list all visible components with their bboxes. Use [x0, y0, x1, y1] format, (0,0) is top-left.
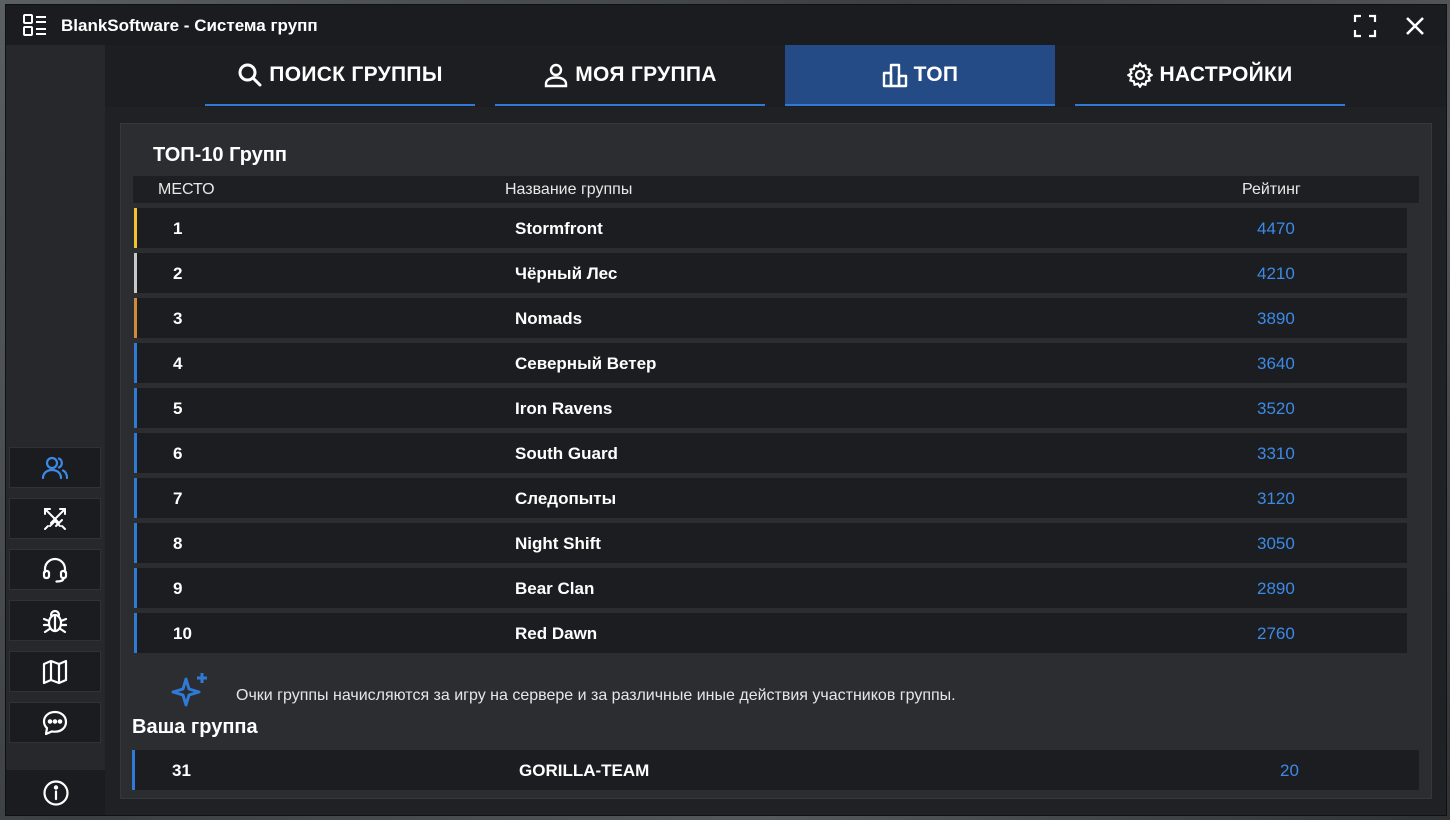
table-row[interactable]: 2 Чёрный Лес 4210 [134, 253, 1407, 293]
row-name: Северный Ветер [515, 354, 657, 373]
row-place: 2 [173, 264, 183, 283]
row-rating: 4210 [1257, 264, 1295, 283]
map-icon [42, 659, 68, 684]
my-group-name: GORILLA-TEAM [519, 761, 650, 780]
tab-settings[interactable]: НАСТРОЙКИ [1075, 45, 1345, 106]
tab-my-group[interactable]: МОЯ ГРУППА [495, 45, 765, 106]
table-row[interactable]: 5 Iron Ravens 3520 [134, 388, 1407, 428]
table-row[interactable]: 1 Stormfront 4470 [134, 208, 1407, 248]
table-row[interactable]: 10 Red Dawn 2760 [134, 613, 1407, 653]
my-group-title: Ваша группа [132, 716, 258, 738]
window-title: BlankSoftware - Система групп [61, 16, 318, 35]
row-rating: 3520 [1257, 399, 1295, 418]
app-window: BlankSoftware - Система групп ПОИСК ГРУП… [6, 5, 1446, 815]
column-name: Название группы [505, 181, 633, 198]
tab-label: ТОП [913, 62, 959, 86]
row-rating: 2760 [1257, 624, 1295, 643]
tab-bar: ПОИСК ГРУППЫ МОЯ ГРУППА ТОП НАСТРОЙКИ [105, 45, 1446, 107]
row-name: South Guard [515, 444, 618, 463]
row-place: 1 [173, 219, 183, 238]
bug-icon [42, 609, 68, 633]
table-row[interactable]: 8 Night Shift 3050 [134, 523, 1407, 563]
row-name: Nomads [515, 309, 583, 328]
user-icon [545, 63, 568, 87]
bar-chart-icon [882, 63, 907, 87]
row-rating: 3890 [1257, 309, 1295, 328]
row-name: Stormfront [515, 219, 603, 238]
row-place: 7 [173, 489, 183, 508]
my-group-rating: 20 [1280, 761, 1299, 780]
table-header: МЕСТО Название группы Рейтинг [133, 176, 1419, 203]
row-rating: 2890 [1257, 579, 1295, 598]
title-bar: BlankSoftware - Система групп [6, 5, 1446, 45]
table-row[interactable]: 3 Nomads 3890 [134, 298, 1407, 338]
table-row[interactable]: 9 Bear Clan 2890 [134, 568, 1407, 608]
row-rating: 3120 [1257, 489, 1295, 508]
tab-top[interactable]: ТОП [785, 45, 1055, 106]
tab-label: НАСТРОЙКИ [1159, 62, 1293, 86]
row-place: 6 [173, 444, 183, 463]
group-icon [41, 456, 69, 479]
search-icon [238, 63, 262, 86]
row-place: 4 [173, 354, 183, 373]
sidebar-item-support[interactable] [9, 549, 101, 590]
sidebar-item-groups[interactable] [9, 447, 101, 488]
column-rating: Рейтинг [1242, 181, 1301, 198]
row-place: 5 [173, 399, 183, 418]
table-row[interactable]: 6 South Guard 3310 [134, 433, 1407, 473]
info-icon [42, 779, 69, 806]
rating-note: Очки группы начисляются за игру на серве… [236, 687, 956, 704]
sidebar [6, 45, 105, 815]
table-row[interactable]: 7 Следопыты 3120 [134, 478, 1407, 518]
sidebar-info-button[interactable] [6, 770, 105, 815]
row-rating: 3310 [1257, 444, 1295, 463]
column-place: МЕСТО [158, 181, 215, 198]
my-group-place: 31 [172, 761, 191, 780]
top-panel: ТОП-10 Групп МЕСТО Название группы Рейти… [120, 123, 1432, 799]
my-group-row[interactable]: 31 GORILLA-TEAM 20 [132, 750, 1419, 790]
sparkles-icon [171, 673, 207, 707]
close-icon[interactable] [1402, 13, 1428, 39]
row-place: 10 [173, 624, 192, 643]
row-name: Чёрный Лес [515, 264, 618, 283]
table-row[interactable]: 4 Северный Ветер 3640 [134, 343, 1407, 383]
top-table: 1 Stormfront 4470 2 Чёрный Лес 4210 3 No… [134, 208, 1407, 658]
tab-label: ПОИСК ГРУППЫ [269, 62, 443, 86]
top-title: ТОП-10 Групп [153, 144, 287, 166]
row-name: Bear Clan [515, 579, 595, 598]
headset-icon [42, 557, 68, 583]
row-place: 3 [173, 309, 183, 328]
sidebar-item-chat[interactable] [9, 702, 101, 743]
tab-label: МОЯ ГРУППА [575, 62, 717, 86]
row-rating: 3050 [1257, 534, 1295, 553]
maximize-icon[interactable] [1352, 13, 1378, 39]
tab-search-group[interactable]: ПОИСК ГРУППЫ [205, 45, 475, 106]
sidebar-item-map[interactable] [9, 651, 101, 692]
row-place: 8 [173, 534, 183, 553]
row-name: Red Dawn [515, 624, 598, 643]
chat-icon [42, 710, 68, 735]
app-grid-icon [23, 14, 46, 36]
row-name: Следопыты [515, 489, 617, 508]
crossed-swords-icon [44, 507, 66, 530]
row-name: Iron Ravens [515, 399, 613, 418]
sidebar-item-battles[interactable] [9, 498, 101, 539]
sidebar-item-bugs[interactable] [9, 600, 101, 641]
row-place: 9 [173, 579, 183, 598]
row-name: Night Shift [515, 534, 601, 553]
gear-icon [1127, 61, 1154, 88]
row-rating: 3640 [1257, 354, 1295, 373]
row-rating: 4470 [1257, 219, 1295, 238]
